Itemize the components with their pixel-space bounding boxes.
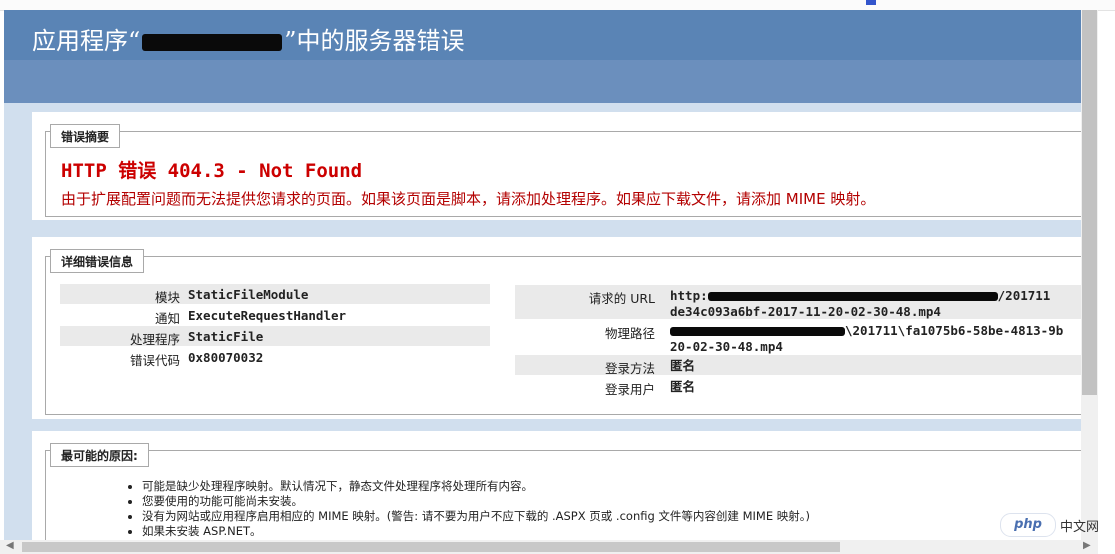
details-legend: 详细错误信息 [50,249,145,273]
detail-row-physical-path: 物理路径 \201711\fa1075b6-58be-4813-9b 20-02… [604,323,1064,354]
redacted-url [707,292,998,301]
scroll-left-icon[interactable]: ◀ [6,540,14,551]
summary-legend: 错误摘要 [50,124,121,148]
cause-item: 没有为网站或应用程序启用相应的 MIME 映射。(警告: 请不要为用户不应下载的… [142,509,810,524]
page-title: 应用程序“ ”中的服务器错误 [32,27,465,55]
error-description: 由于扩展配置问题而无法提供您请求的页面。如果该页面是脚本，请添加处理程序。如果应… [61,190,876,208]
content-area: 错误摘要 HTTP 错误 404.3 - Not Found 由于扩展配置问题而… [4,103,1081,547]
detail-row-handler: 处理程序 StaticFile [60,326,490,347]
causes-panel: 最可能的原因: 可能是缺少处理程序映射。默认情况下，静态文件处理程序将处理所有内… [32,431,1081,547]
redacted-app-name [142,34,283,51]
detail-row-module: 模块 StaticFileModule [60,284,490,305]
header-subbar [4,60,1081,103]
horizontal-scrollbar[interactable]: ◀ ▶ [0,540,1098,554]
horizontal-scroll-thumb[interactable] [22,542,840,552]
detail-row-logon-user: 登录用户 匿名 [604,379,696,397]
detail-row-request-url: 请求的 URL http:/201711 de34c093a6bf-2017-1… [515,285,1081,319]
error-header: 应用程序“ ”中的服务器错误 [4,10,1081,60]
toolbar-icon[interactable] [866,0,876,5]
redacted-path [670,327,845,336]
detailed-info-panel: 详细错误信息 模块 StaticFileModule 通知 ExecuteReq… [32,237,1081,419]
site-watermark: php 中文网 [1000,513,1106,537]
causes-list: 可能是缺少处理程序映射。默认情况下，静态文件处理程序将处理所有内容。 您要使用的… [126,479,810,539]
vertical-scrollbar[interactable] [1081,10,1098,540]
cause-item: 可能是缺少处理程序映射。默认情况下，静态文件处理程序将处理所有内容。 [142,479,810,494]
cause-item: 如果未安装 ASP.NET。 [142,524,810,539]
detail-row-logon-method: 登录方法 匿名 [515,355,1081,376]
watermark-text: 中文网 [1060,519,1100,535]
error-title: HTTP 错误 404.3 - Not Found [61,160,363,182]
causes-legend: 最可能的原因: [50,443,149,467]
vertical-scroll-thumb[interactable] [1082,10,1097,395]
cause-item: 您要使用的功能可能尚未安装。 [142,494,810,509]
error-summary-panel: 错误摘要 HTTP 错误 404.3 - Not Found 由于扩展配置问题而… [32,112,1081,220]
scroll-right-icon[interactable]: ▶ [1083,540,1091,551]
detail-row-error-code: 错误代码 0x80070032 [129,350,264,368]
php-logo-icon: php [1000,513,1056,537]
detail-row-notification: 通知 ExecuteRequestHandler [154,308,347,326]
